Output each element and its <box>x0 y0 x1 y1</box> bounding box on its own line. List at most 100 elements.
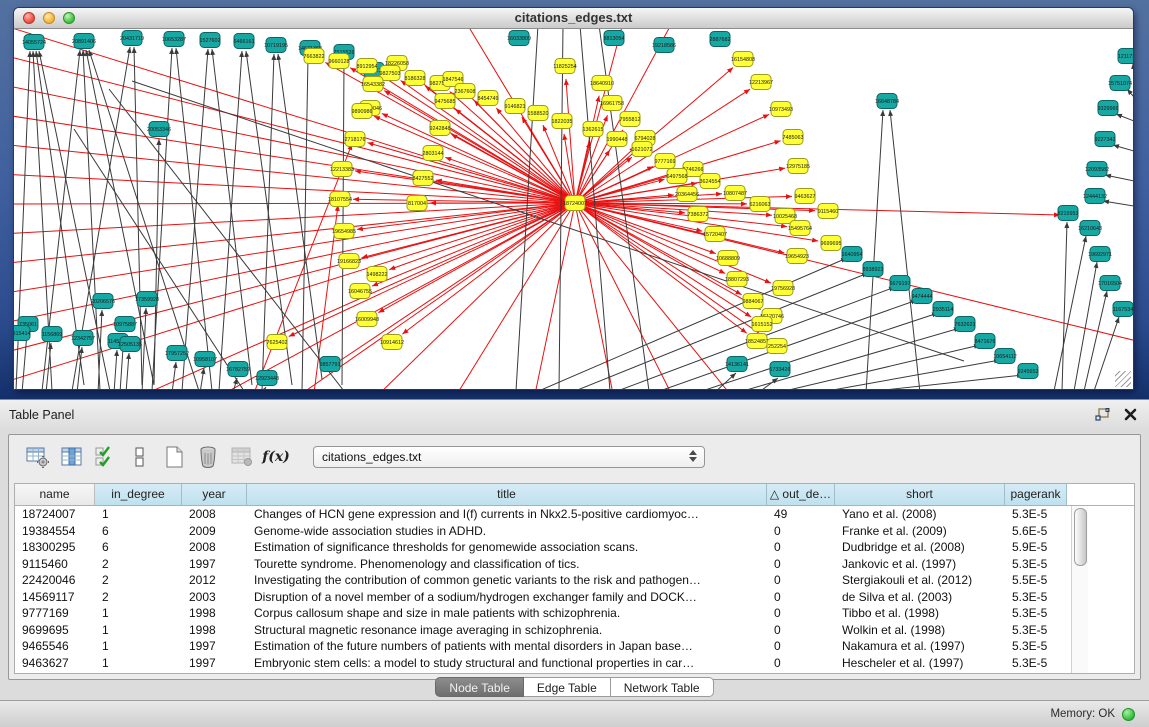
network-node[interactable]: 10807487 <box>723 186 747 201</box>
network-node[interactable]: 1498222 <box>367 267 388 282</box>
network-node[interactable]: 10958107 <box>193 352 217 367</box>
table-cell[interactable]: 18300295 <box>15 539 95 556</box>
table-cell[interactable]: 5.3E-5 <box>1005 605 1067 622</box>
network-node[interactable]: 252254 <box>767 339 787 354</box>
table-cell[interactable]: Stergiakouli et al. (2012) <box>835 572 1005 589</box>
table-cell[interactable]: 6 <box>95 523 182 540</box>
table-cell[interactable]: Genome-wide association studies in ADHD. <box>247 523 767 540</box>
table-cell[interactable]: 0 <box>767 523 835 540</box>
network-node[interactable]: 9475685 <box>435 94 456 109</box>
table-cell[interactable]: Dudbridge et al. (2008) <box>835 539 1005 556</box>
network-node[interactable]: 9242848 <box>430 121 451 136</box>
network-node[interactable]: 20053346 <box>147 122 171 137</box>
network-view[interactable]: 1405572420891406204317191065328715276026… <box>14 29 1133 389</box>
table-cell[interactable]: Structural magnetic resonance image aver… <box>247 622 767 639</box>
network-node[interactable]: 1990448 <box>607 132 628 147</box>
table-cell[interactable]: Wolkin et al. (1998) <box>835 622 1005 639</box>
window-resize-grip[interactable] <box>1115 371 1131 387</box>
network-node[interactable]: 10688809 <box>716 251 740 266</box>
network-node[interactable]: 6679197 <box>890 276 911 291</box>
network-node[interactable]: 9329966 <box>1098 101 1119 116</box>
network-canvas[interactable]: 1405572420891406204317191065328715276026… <box>14 29 1133 389</box>
table-cell[interactable]: 1997 <box>182 655 247 672</box>
table-cell[interactable]: Yano et al. (2008) <box>835 506 1005 523</box>
network-node[interactable]: 1640954 <box>842 247 863 262</box>
table-cell[interactable]: 5.6E-5 <box>1005 523 1067 540</box>
table-cell[interactable]: 1 <box>95 622 182 639</box>
column-header-out-de-[interactable]: △ out_de… <box>767 484 835 505</box>
network-node[interactable]: 15495764 <box>788 221 812 236</box>
table-cell[interactable]: 49 <box>767 506 835 523</box>
table-cell[interactable]: 5.3E-5 <box>1005 622 1067 639</box>
network-node[interactable]: 12213383 <box>330 162 354 177</box>
network-node[interactable]: 19654923 <box>785 249 809 264</box>
column-header-title[interactable]: title <box>247 484 767 505</box>
network-node[interactable]: 18640910 <box>590 76 614 91</box>
table-cell[interactable]: 0 <box>767 556 835 573</box>
network-node[interactable]: 7955812 <box>620 112 641 127</box>
network-node[interactable]: 3915414 <box>14 326 31 341</box>
network-node[interactable]: 1733426 <box>770 362 791 377</box>
table-cell[interactable]: 5.3E-5 <box>1005 638 1067 655</box>
network-node[interactable]: 8186328 <box>405 71 426 86</box>
close-panel-icon[interactable] <box>1124 408 1137 426</box>
table-cell[interactable]: 2 <box>95 556 182 573</box>
select-column-icon[interactable] <box>59 444 85 470</box>
table-cell[interactable]: Hescheler et al. (1997) <box>835 655 1005 672</box>
table-cell[interactable]: 5.3E-5 <box>1005 506 1067 523</box>
select-rows-icon[interactable] <box>93 444 119 470</box>
table-cell[interactable]: 0 <box>767 572 835 589</box>
table-cell[interactable]: 9465546 <box>15 638 95 655</box>
network-node[interactable]: 14136141 <box>725 357 749 372</box>
network-node[interactable]: 8427552 <box>413 171 434 186</box>
network-node[interactable]: 16961758 <box>600 96 624 111</box>
column-header-in-degree[interactable]: in_degree <box>95 484 182 505</box>
table-cell[interactable]: Estimation of significance thresholds fo… <box>247 539 767 556</box>
table-cell[interactable]: 2008 <box>182 506 247 523</box>
network-node[interactable]: 16543382 <box>361 77 385 92</box>
table-cell[interactable]: 1 <box>95 655 182 672</box>
network-node[interactable]: 1615152 <box>752 317 773 332</box>
network-node[interactable]: 19756928 <box>771 281 795 296</box>
table-row[interactable]: 969969511998Structural magnetic resonanc… <box>15 622 1134 639</box>
table-cell[interactable]: 9463627 <box>15 655 95 672</box>
table-cell[interactable]: 19384554 <box>15 523 95 540</box>
network-node[interactable]: 1588520 <box>528 106 549 121</box>
network-node[interactable]: 2935114 <box>933 302 954 317</box>
network-node[interactable]: 1822035 <box>552 114 573 129</box>
network-node[interactable]: 6466161 <box>234 34 255 49</box>
table-cell[interactable]: Nakamura et al. (1997) <box>835 638 1005 655</box>
network-node[interactable]: 20206576 <box>91 294 115 309</box>
network-node[interactable]: 16033809 <box>507 31 531 46</box>
network-node[interactable]: 18107554 <box>328 192 352 207</box>
network-node[interactable]: 20431719 <box>120 31 144 46</box>
scrollbar-thumb[interactable] <box>1074 508 1087 566</box>
network-node[interactable]: 9463627 <box>795 189 816 204</box>
tab-network-table[interactable]: Network Table <box>611 677 714 697</box>
network-node[interactable]: 12444132 <box>1083 189 1107 204</box>
network-node[interactable]: 7663822 <box>304 49 325 64</box>
table-cell[interactable]: 5.3E-5 <box>1005 589 1067 606</box>
table-cell[interactable]: de Silva et al. (2003) <box>835 589 1005 606</box>
minimize-window-button[interactable] <box>43 12 55 24</box>
import-table-icon[interactable] <box>229 444 255 470</box>
table-row[interactable]: 1830029562008Estimation of significance … <box>15 539 1134 556</box>
network-node[interactable]: 9227342 <box>1095 132 1116 147</box>
network-node[interactable]: 10653287 <box>162 32 186 47</box>
network-node[interactable]: 1167534 <box>1113 302 1133 317</box>
network-node[interactable]: 12213967 <box>749 75 773 90</box>
network-node[interactable]: 16154808 <box>731 52 755 67</box>
network-node[interactable]: 18807293 <box>725 272 749 287</box>
table-row[interactable]: 1872400712008Changes of HCN gene express… <box>15 506 1134 523</box>
zoom-window-button[interactable] <box>63 12 75 24</box>
network-node[interactable]: 9777169 <box>655 154 676 169</box>
tab-node-table[interactable]: Node Table <box>435 677 524 697</box>
network-node[interactable]: 7625402 <box>267 335 288 350</box>
table-row[interactable]: 977716911998Corpus callosum shape and si… <box>15 605 1134 622</box>
table-cell[interactable]: Changes of HCN gene expression and I(f) … <box>247 506 767 523</box>
table-cell[interactable]: Estimation of the future numbers of pati… <box>247 638 767 655</box>
table-cell[interactable]: 2003 <box>182 589 247 606</box>
network-node[interactable]: 12093582 <box>1085 162 1109 177</box>
delete-table-icon[interactable] <box>195 444 221 470</box>
network-node[interactable]: 12923448 <box>255 371 279 386</box>
